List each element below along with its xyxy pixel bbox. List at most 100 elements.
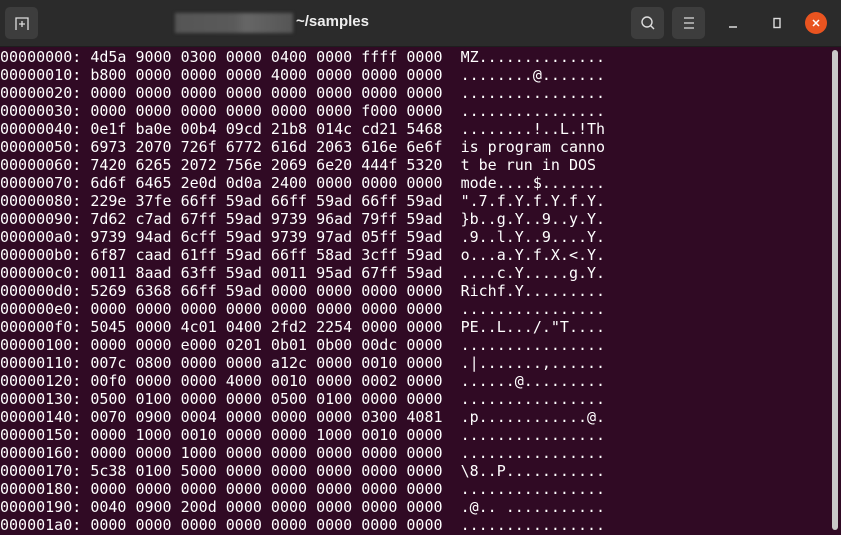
hex-offset: 00000070: <box>0 174 82 192</box>
hamburger-menu-icon <box>683 17 694 29</box>
hex-offset: 000000c0: <box>0 264 82 282</box>
hexdump-line: 00000170: 5c38 0100 5000 0000 0000 0000 … <box>0 462 830 480</box>
hex-offset: 00000120: <box>0 372 82 390</box>
hex-offset: 00000080: <box>0 192 82 210</box>
hex-bytes: 0000 0000 0000 0000 0000 0000 0000 0000 <box>90 480 443 498</box>
maximize-button[interactable] <box>766 12 788 34</box>
hexdump-line: 00000140: 0070 0900 0004 0000 0000 0000 … <box>0 408 830 426</box>
hexdump-line: 000000d0: 5269 6368 66ff 59ad 0000 0000 … <box>0 282 830 300</box>
hex-bytes: 0000 1000 0010 0000 0000 1000 0010 0000 <box>90 426 443 444</box>
ascii-text: ........@....... <box>460 66 606 84</box>
hexdump-line: 00000020: 0000 0000 0000 0000 0000 0000 … <box>0 84 830 102</box>
hex-offset: 00000020: <box>0 84 82 102</box>
hex-offset: 00000110: <box>0 354 82 372</box>
hex-offset: 00000030: <box>0 102 82 120</box>
hex-bytes: 7420 6265 2072 756e 2069 6e20 444f 5320 <box>90 156 443 174</box>
ascii-text: ................ <box>460 336 606 354</box>
ascii-text: MZ.............. <box>460 48 606 66</box>
menu-button[interactable] <box>672 7 705 39</box>
hexdump-line: 000000a0: 9739 94ad 6cff 59ad 9739 97ad … <box>0 228 830 246</box>
ascii-text: ........!..L.!Th <box>460 120 606 138</box>
hex-bytes: b800 0000 0000 0000 4000 0000 0000 0000 <box>90 66 443 84</box>
ascii-text: is program canno <box>460 138 606 156</box>
hex-offset: 00000150: <box>0 426 82 444</box>
ascii-text: \8..P........... <box>460 462 606 480</box>
scrollbar[interactable] <box>832 50 838 530</box>
hexdump-line: 00000160: 0000 0000 1000 0000 0000 0000 … <box>0 444 830 462</box>
ascii-text: ................ <box>460 102 606 120</box>
hexdump-line: 000000c0: 0011 8aad 63ff 59ad 0011 95ad … <box>0 264 830 282</box>
hexdump-line: 00000060: 7420 6265 2072 756e 2069 6e20 … <box>0 156 830 174</box>
hex-offset: 00000010: <box>0 66 82 84</box>
hex-offset: 000000b0: <box>0 246 82 264</box>
hex-bytes: 007c 0800 0000 0000 a12c 0000 0010 0000 <box>90 354 443 372</box>
hex-offset: 00000040: <box>0 120 82 138</box>
hex-bytes: 6973 2070 726f 6772 616d 2063 616e 6e6f <box>90 138 443 156</box>
ascii-text: .9..l.Y..9....Y. <box>460 228 606 246</box>
ascii-text: ................ <box>460 480 606 498</box>
ascii-text: ".7.f.Y.f.Y.f.Y. <box>460 192 606 210</box>
hex-bytes: 9739 94ad 6cff 59ad 9739 97ad 05ff 59ad <box>90 228 443 246</box>
ascii-text: ......@......... <box>460 372 606 390</box>
hex-bytes: 0e1f ba0e 00b4 09cd 21b8 014c cd21 5468 <box>90 120 443 138</box>
ascii-text: ................ <box>460 390 606 408</box>
hex-offset: 00000100: <box>0 336 82 354</box>
hex-bytes: 5045 0000 4c01 0400 2fd2 2254 0000 0000 <box>90 318 443 336</box>
hex-bytes: 4d5a 9000 0300 0000 0400 0000 ffff 0000 <box>90 48 443 66</box>
hexdump-line: 00000000: 4d5a 9000 0300 0000 0400 0000 … <box>0 48 830 66</box>
minimize-icon <box>729 26 737 28</box>
terminal-output[interactable]: 00000000: 4d5a 9000 0300 0000 0400 0000 … <box>0 48 830 534</box>
hexdump-line: 000001a0: 0000 0000 0000 0000 0000 0000 … <box>0 516 830 534</box>
hexdump-line: 000000f0: 5045 0000 4c01 0400 2fd2 2254 … <box>0 318 830 336</box>
ascii-text: o...a.Y.f.X.<.Y. <box>460 246 606 264</box>
search-button[interactable] <box>631 7 664 39</box>
hex-bytes: 0040 0900 200d 0000 0000 0000 0000 0000 <box>90 498 443 516</box>
hex-offset: 000001a0: <box>0 516 82 534</box>
hexdump-line: 00000010: b800 0000 0000 0000 4000 0000 … <box>0 66 830 84</box>
hex-bytes: 0500 0100 0000 0000 0500 0100 0000 0000 <box>90 390 443 408</box>
ascii-text: ....c.Y.....g.Y. <box>460 264 606 282</box>
ascii-text: Richf.Y......... <box>460 282 606 300</box>
title-bar: ~/samples <box>0 0 841 47</box>
hex-bytes: 0000 0000 0000 0000 0000 0000 0000 0000 <box>90 84 443 102</box>
hexdump-line: 00000100: 0000 0000 e000 0201 0b01 0b00 … <box>0 336 830 354</box>
close-button[interactable] <box>805 12 827 34</box>
hex-bytes: 5269 6368 66ff 59ad 0000 0000 0000 0000 <box>90 282 443 300</box>
ascii-text: ................ <box>460 444 606 462</box>
maximize-icon <box>773 17 781 29</box>
hex-bytes: 7d62 c7ad 67ff 59ad 9739 96ad 79ff 59ad <box>90 210 443 228</box>
hex-offset: 00000190: <box>0 498 82 516</box>
hex-offset: 00000060: <box>0 156 82 174</box>
hex-bytes: 00f0 0000 0000 4000 0010 0000 0002 0000 <box>90 372 443 390</box>
ascii-text: mode....$....... <box>460 174 606 192</box>
ascii-text: ................ <box>460 516 606 534</box>
ascii-text: ................ <box>460 300 606 318</box>
hexdump-line: 000000e0: 0000 0000 0000 0000 0000 0000 … <box>0 300 830 318</box>
hex-offset: 00000170: <box>0 462 82 480</box>
minimize-button[interactable] <box>722 12 744 34</box>
hex-offset: 00000160: <box>0 444 82 462</box>
hex-bytes: 6d6f 6465 2e0d 0d0a 2400 0000 0000 0000 <box>90 174 443 192</box>
hexdump-line: 00000090: 7d62 c7ad 67ff 59ad 9739 96ad … <box>0 210 830 228</box>
hex-offset: 00000140: <box>0 408 82 426</box>
hex-offset: 000000a0: <box>0 228 82 246</box>
ascii-text: .@.. ........... <box>460 498 606 516</box>
ascii-text: ................ <box>460 84 606 102</box>
hex-offset: 000000d0: <box>0 282 82 300</box>
hex-bytes: 0000 0000 0000 0000 0000 0000 0000 0000 <box>90 516 443 534</box>
ascii-text: }b..g.Y..9..y.Y. <box>460 210 606 228</box>
hex-bytes: 6f87 caad 61ff 59ad 66ff 58ad 3cff 59ad <box>90 246 443 264</box>
hexdump-line: 00000110: 007c 0800 0000 0000 a12c 0000 … <box>0 354 830 372</box>
hex-offset: 00000090: <box>0 210 82 228</box>
hex-bytes: 0000 0000 0000 0000 0000 0000 0000 0000 <box>90 300 443 318</box>
hex-offset: 000000e0: <box>0 300 82 318</box>
hexdump-line: 00000080: 229e 37fe 66ff 59ad 66ff 59ad … <box>0 192 830 210</box>
hex-bytes: 0070 0900 0004 0000 0000 0000 0300 4081 <box>90 408 443 426</box>
hex-bytes: 5c38 0100 5000 0000 0000 0000 0000 0000 <box>90 462 443 480</box>
hexdump-line: 00000190: 0040 0900 200d 0000 0000 0000 … <box>0 498 830 516</box>
hexdump-line: 00000120: 00f0 0000 0000 4000 0010 0000 … <box>0 372 830 390</box>
new-tab-button[interactable] <box>5 7 38 39</box>
hex-bytes: 0000 0000 e000 0201 0b01 0b00 00dc 0000 <box>90 336 443 354</box>
hex-offset: 00000180: <box>0 480 82 498</box>
ascii-text: PE..L.../."T.... <box>460 318 606 336</box>
